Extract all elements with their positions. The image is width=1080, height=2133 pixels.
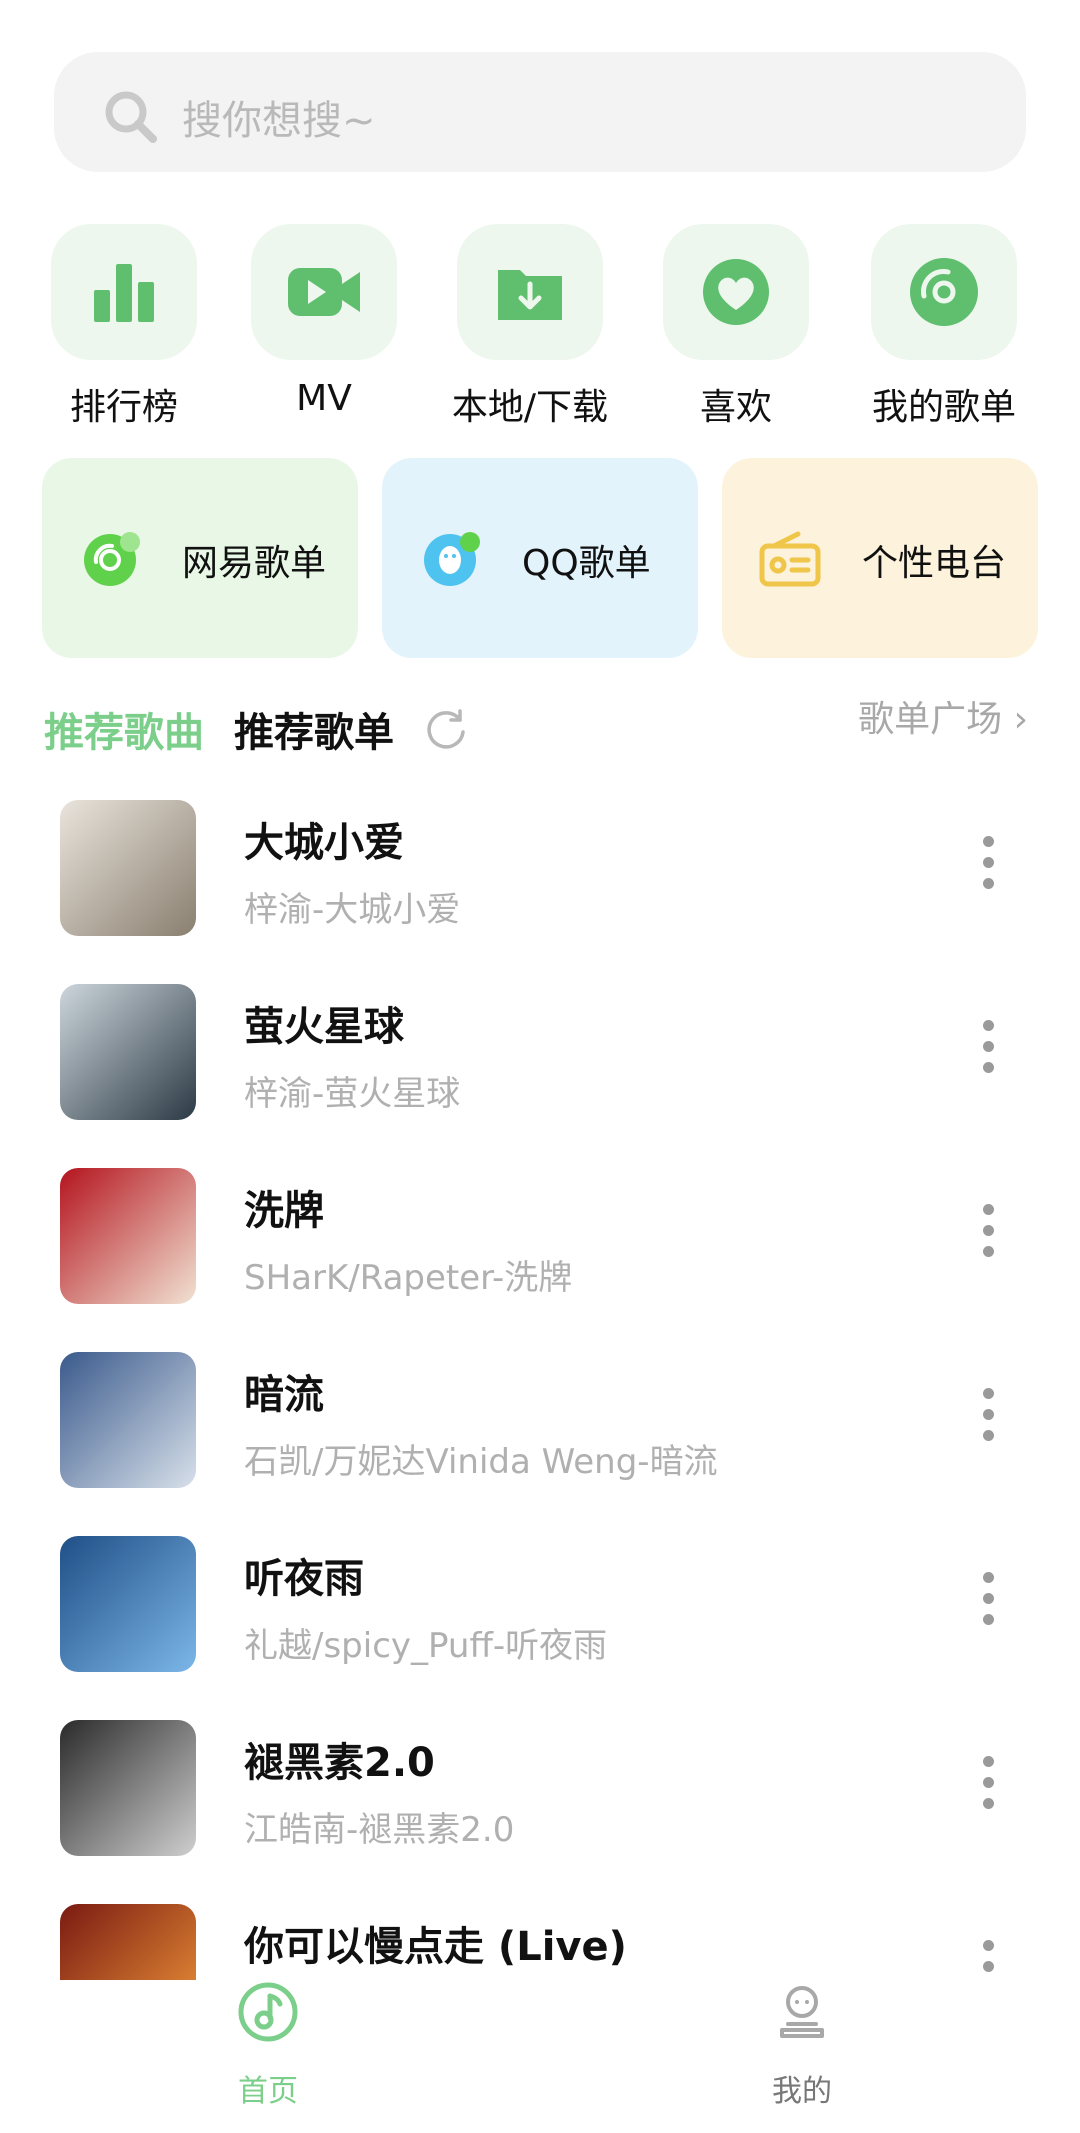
quick-action-local-download[interactable]: 本地/下载 <box>440 224 620 430</box>
playlist-plaza-link[interactable]: 歌单广场 › <box>858 690 1028 742</box>
disc-icon <box>910 258 978 326</box>
song-title: 洗牌 <box>244 1188 324 1234</box>
radio-icon <box>759 531 821 587</box>
nav-mine[interactable]: 我的 <box>712 1980 892 2110</box>
quick-action-label: MV <box>296 378 352 419</box>
quick-action-tile <box>251 224 397 360</box>
song-title: 大城小爱 <box>244 820 404 866</box>
refresh-icon[interactable] <box>424 706 468 750</box>
user-profile-icon <box>780 1986 824 2038</box>
album-cover <box>60 1720 196 1856</box>
qq-penguin-icon <box>424 532 480 586</box>
quick-action-label: 喜欢 <box>699 387 772 428</box>
song-row[interactable]: 褪黑素2.0 江皓南-褪黑素2.0 <box>0 1710 1080 1894</box>
source-cards: 网易歌单 QQ歌单 个性电台 <box>0 458 1080 658</box>
quick-actions: 排行榜 MV 本地/下载 喜欢 我的歌单 <box>0 224 1080 428</box>
album-cover <box>60 800 196 936</box>
bottom-nav: 首页 我的 <box>0 1980 1080 2133</box>
quick-action-tile <box>663 224 809 360</box>
more-options-icon[interactable] <box>980 1756 996 1816</box>
song-row[interactable]: 大城小爱 梓渝-大城小爱 <box>0 790 1080 974</box>
nav-label: 首页 <box>238 2074 298 2109</box>
nav-label: 我的 <box>772 2074 832 2109</box>
song-subtitle: SHarK/Rapeter-洗牌 <box>244 1258 573 1298</box>
album-cover <box>60 1536 196 1672</box>
song-title: 萤火星球 <box>244 1004 404 1050</box>
video-camera-icon <box>288 268 360 316</box>
song-row[interactable]: 听夜雨 礼越/spicy_Puff-听夜雨 <box>0 1526 1080 1710</box>
song-subtitle: 梓渝-萤火星球 <box>244 1074 461 1114</box>
quick-action-tile <box>51 224 197 360</box>
recommend-section-header: 推荐歌曲 推荐歌单 歌单广场 › <box>0 690 1080 760</box>
netease-playlist-card[interactable]: 网易歌单 <box>42 458 358 658</box>
song-list: 大城小爱 梓渝-大城小爱 萤火星球 梓渝-萤火星球 洗牌 SHarK/Rapet… <box>0 790 1080 2078</box>
more-options-icon[interactable] <box>980 1388 996 1448</box>
search-bar[interactable]: 搜你想搜~ <box>54 52 1026 172</box>
search-placeholder: 搜你想搜~ <box>182 98 376 144</box>
more-options-icon[interactable] <box>980 1020 996 1080</box>
song-subtitle: 石凯/万妮达Vinida Weng-暗流 <box>244 1442 718 1482</box>
quick-action-tile <box>871 224 1017 360</box>
quick-action-tile <box>457 224 603 360</box>
personal-radio-card[interactable]: 个性电台 <box>722 458 1038 658</box>
album-cover <box>60 1168 196 1304</box>
card-label: QQ歌单 <box>522 543 651 584</box>
music-note-disc-icon <box>238 1982 298 2042</box>
song-title: 褪黑素2.0 <box>244 1740 435 1786</box>
quick-action-label: 本地/下载 <box>451 387 609 428</box>
more-options-icon[interactable] <box>980 1572 996 1632</box>
qq-playlist-card[interactable]: QQ歌单 <box>382 458 698 658</box>
quick-action-ranking[interactable]: 排行榜 <box>34 224 214 430</box>
tab-recommended-songs[interactable]: 推荐歌曲 <box>44 700 204 758</box>
song-subtitle: 梓渝-大城小爱 <box>244 890 461 930</box>
chart-bars-icon <box>94 264 154 322</box>
quick-action-my-playlists[interactable]: 我的歌单 <box>854 224 1034 430</box>
download-folder-icon <box>498 270 562 320</box>
quick-action-label: 排行榜 <box>69 387 178 428</box>
quick-action-favorites[interactable]: 喜欢 <box>646 224 826 430</box>
album-cover <box>60 1352 196 1488</box>
quick-action-label: 我的歌单 <box>871 387 1016 428</box>
heart-icon <box>703 259 769 325</box>
more-options-icon[interactable] <box>980 836 996 896</box>
quick-action-mv[interactable]: MV <box>234 224 414 419</box>
song-row[interactable]: 萤火星球 梓渝-萤火星球 <box>0 974 1080 1158</box>
song-title: 暗流 <box>244 1372 324 1418</box>
tab-recommended-playlists[interactable]: 推荐歌单 <box>234 700 394 758</box>
song-row[interactable]: 暗流 石凯/万妮达Vinida Weng-暗流 <box>0 1342 1080 1526</box>
song-row[interactable]: 洗牌 SHarK/Rapeter-洗牌 <box>0 1158 1080 1342</box>
song-title: 听夜雨 <box>244 1556 364 1602</box>
search-icon <box>105 91 157 143</box>
song-subtitle: 礼越/spicy_Puff-听夜雨 <box>244 1626 608 1666</box>
netease-music-icon <box>84 532 140 586</box>
card-label: 个性电台 <box>862 543 1007 584</box>
song-subtitle: 江皓南-褪黑素2.0 <box>244 1810 515 1850</box>
album-cover <box>60 984 196 1120</box>
song-title: 你可以慢点走 (Live) <box>244 1924 627 1970</box>
card-label: 网易歌单 <box>182 543 327 584</box>
more-options-icon[interactable] <box>980 1204 996 1264</box>
nav-home[interactable]: 首页 <box>178 1980 358 2110</box>
